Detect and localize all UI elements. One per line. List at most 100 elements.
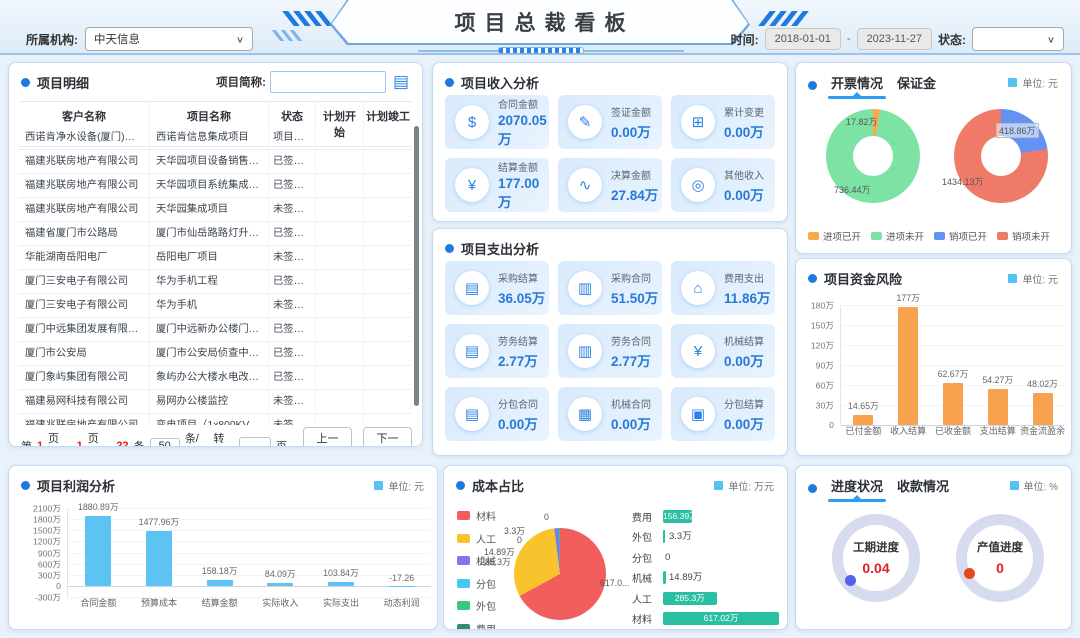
tab-deposit[interactable]: 保证金	[897, 73, 936, 98]
cost-bar-track: 156.39万	[663, 510, 779, 523]
settlement-amount-card[interactable]: ¥结算金额177.00万	[445, 158, 549, 212]
unit-label: 单位: %	[1024, 478, 1058, 493]
tab-progress-status[interactable]: 进度状况	[831, 476, 883, 501]
legend-item-进项已开[interactable]: 进项已开	[808, 229, 861, 243]
visa-amount-card[interactable]: ✎签证金额0.00万	[558, 95, 662, 149]
prev-page-button[interactable]: 上一页	[303, 427, 352, 447]
bar-支出结算[interactable]	[988, 389, 1008, 425]
search-list-icon[interactable]: ▤	[390, 71, 412, 93]
table-row[interactable]: 华能湖南岳阳电厂岳阳电厂项目未签合同	[19, 246, 412, 270]
legend-label: 费用	[476, 621, 496, 631]
chart-plot: 1880.89万合同金额1477.96万预算成本158.18万结算金额84.09…	[67, 508, 431, 597]
other-income-card[interactable]: ◎其他收入0.00万	[671, 158, 775, 212]
labor-settlement-card[interactable]: ▤劳务结算2.77万	[445, 324, 549, 378]
table-row[interactable]: 厦门中远集团发展有限公司厦门中远新办公楼门禁系统已签合同	[19, 318, 412, 342]
profit-analysis-panel: 项目利润分析 单位: 元 -300万0300万600万900万1200万1500…	[8, 465, 438, 630]
fee-expense-card[interactable]: ⌂费用支出11.86万	[671, 261, 775, 315]
bar-value-label: 54.27万	[982, 373, 1013, 386]
table-scrollbar[interactable]	[414, 126, 419, 406]
contract-amount-card[interactable]: $合同金额2070.05万	[445, 95, 549, 149]
y-tick-label: 30万	[816, 399, 834, 412]
next-page-button[interactable]: 下一页	[363, 427, 412, 447]
cost-row-人工: 人工285.3万	[632, 588, 779, 609]
bar-合同金额[interactable]	[85, 516, 111, 586]
project-name-search-input[interactable]	[270, 71, 386, 93]
bar-实际支出[interactable]	[328, 582, 354, 586]
bar-预算成本[interactable]	[146, 531, 172, 586]
legend-color-icon	[457, 511, 470, 520]
legend-item-外包[interactable]: 外包	[457, 598, 496, 613]
status-select[interactable]: ∨	[972, 27, 1064, 51]
table-row[interactable]: 厦门市公安局厦门市公安局侦查中心办公设...已签合同	[19, 342, 412, 366]
bar-资金流盈余[interactable]	[1033, 393, 1053, 425]
cost-bar[interactable]: 156.39万	[663, 510, 692, 523]
bar-slot: 62.67万已收金额	[931, 305, 976, 425]
date-start-input[interactable]: 2018-01-01	[765, 28, 841, 50]
cost-bar[interactable]	[663, 530, 665, 543]
purchase-contract-card[interactable]: ▥采购合同51.50万	[558, 261, 662, 315]
title-banner: 项目总裁看板	[330, 0, 750, 45]
legend-color-icon	[808, 232, 819, 240]
legend-item-材料[interactable]: 材料	[457, 508, 496, 523]
purchase-contract-icon: ▥	[568, 271, 602, 305]
legend-item-销项未开[interactable]: 销项未开	[997, 229, 1050, 243]
legend-item-销项已开[interactable]: 销项已开	[934, 229, 987, 243]
status-label: 状态:	[938, 31, 966, 48]
cost-bar-track: 285.3万	[663, 592, 779, 605]
subcontract-settlement-card[interactable]: ▣分包结算0.00万	[671, 387, 775, 441]
table-cell	[364, 126, 412, 149]
table-row[interactable]: 福建兆联房地产有限公司天华园集成项目未签合同	[19, 198, 412, 222]
bar-动态利润[interactable]	[389, 586, 415, 587]
table-row[interactable]: 厦门象屿集团有限公司象屿办公大楼水电改造项目已签合同	[19, 366, 412, 390]
table-row[interactable]: 福建易网科技有限公司易网办公楼监控未签合同	[19, 390, 412, 414]
gauge-value: 0.04	[843, 560, 909, 576]
table-row[interactable]: 福建兆联房地产有限公司变电项目（1x800KVA吊降柜）未签合同	[19, 414, 412, 425]
table-row[interactable]: 福建省厦门市公路局厦门市仙岳路路灯升级改造项目已签合同	[19, 222, 412, 246]
table-row[interactable]: 福建兆联房地产有限公司天华园项目系统集成部分已签合同	[19, 174, 412, 198]
purchase-settlement-card[interactable]: ▤采购结算36.05万	[445, 261, 549, 315]
bar-结算金额[interactable]	[207, 580, 233, 586]
labor-contract-card[interactable]: ▥劳务合同2.77万	[558, 324, 662, 378]
date-end-input[interactable]: 2023-11-27	[857, 28, 932, 50]
table-row[interactable]: 厦门三安电子有限公司华为手机未签合同	[19, 294, 412, 318]
table-cell	[316, 150, 364, 173]
pie-label: 617.0...	[600, 578, 629, 588]
table-cell: 福建兆联房地产有限公司	[19, 150, 150, 173]
card-value: 2.77万	[611, 350, 651, 370]
legend-item-人工[interactable]: 人工	[457, 531, 496, 546]
bar-收入结算[interactable]	[898, 307, 918, 425]
cost-bar[interactable]	[663, 571, 666, 584]
cost-legend: 材料人工机械分包外包费用	[457, 508, 496, 630]
table-row[interactable]: 西诺肯净水设备(厦门)有限公司西诺肯信息集成项目项目在建	[19, 126, 412, 150]
legend-item-分包[interactable]: 分包	[457, 576, 496, 591]
org-select[interactable]: 中天信息 ∨	[85, 27, 253, 51]
card-label: 劳务合同	[611, 333, 651, 348]
legend-color-icon	[871, 232, 882, 240]
final-account-card[interactable]: ∿决算金额27.84万	[558, 158, 662, 212]
bullet-dot-icon	[21, 481, 30, 490]
goto-page-input[interactable]	[239, 437, 271, 447]
cost-bar[interactable]: 285.3万	[663, 592, 717, 605]
cumulative-change-card[interactable]: ⊞累计变更0.00万	[671, 95, 775, 149]
card-value: 27.84万	[611, 184, 658, 204]
cost-row-外包: 外包3.3万	[632, 527, 779, 548]
machine-settlement-card[interactable]: ¥机械结算0.00万	[671, 324, 775, 378]
bar-已收金额[interactable]	[943, 383, 963, 425]
legend-color-icon	[457, 601, 470, 610]
bar-实际收入[interactable]	[267, 583, 293, 586]
tab-invoice-status[interactable]: 开票情况	[831, 73, 883, 98]
subcontract-contract-card[interactable]: ▤分包合同0.00万	[445, 387, 549, 441]
card-value: 0.00万	[611, 413, 651, 433]
machine-contract-card[interactable]: ▦机械合同0.00万	[558, 387, 662, 441]
table-row[interactable]: 厦门三安电子有限公司华为手机工程已签合同	[19, 270, 412, 294]
tab-collection-status[interactable]: 收款情况	[897, 476, 949, 501]
table-cell	[364, 414, 412, 425]
legend-item-费用[interactable]: 费用	[457, 621, 496, 631]
table-cell	[316, 270, 364, 293]
cost-bar[interactable]: 617.02万	[663, 612, 779, 625]
settlement-amount-icon: ¥	[455, 168, 489, 202]
table-cell: 厦门中远新办公楼门禁系统	[150, 318, 269, 341]
page-size-select[interactable]: 50	[150, 438, 180, 447]
table-row[interactable]: 福建兆联房地产有限公司天华园项目设备销售部分已签合同	[19, 150, 412, 174]
legend-item-进项未开[interactable]: 进项未开	[871, 229, 924, 243]
